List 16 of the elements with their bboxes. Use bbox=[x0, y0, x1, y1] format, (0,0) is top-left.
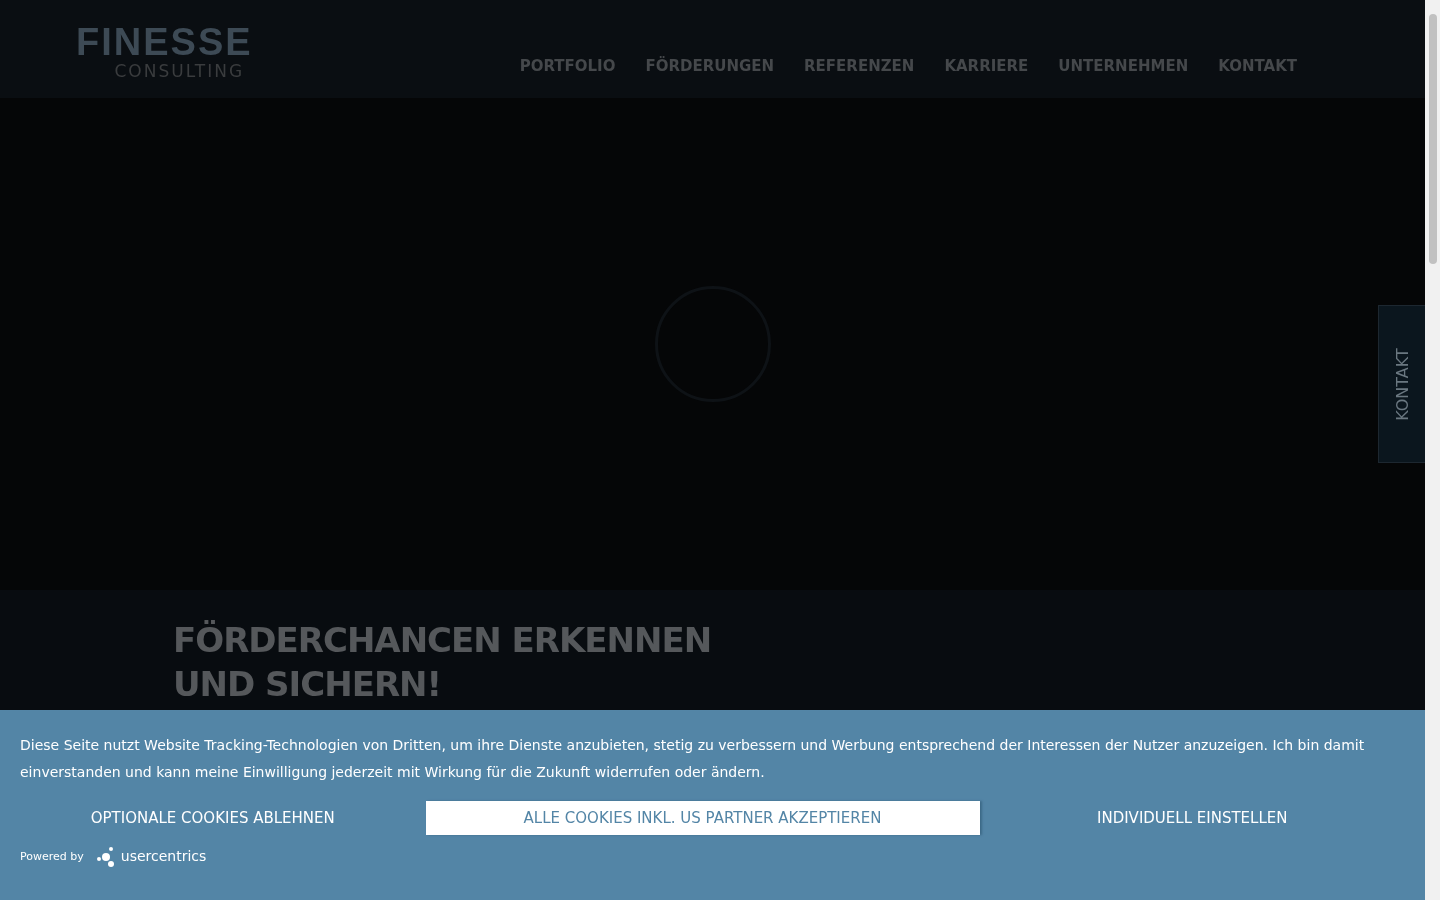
text-button[interactable]: OPTIONALE COOKIES ABLEHNEN bbox=[0, 801, 426, 835]
contact-tab[interactable]: KONTAKT bbox=[1378, 305, 1425, 463]
nav-link[interactable]: FÖRDERUNGEN bbox=[645, 57, 775, 75]
nav-link[interactable]: KARRIERE bbox=[944, 57, 1029, 75]
cookie-notice: Diese Seite nutzt Website Tracking-Technologien von Dritten, um ihre Dienste anzubieten, stetig zu verbessern und Werbung entsprechend der Interessen der Nutzer anzuzeigen. Ich bin damit einverstanden und kann meine Einwilligung jederzeit mit Wirkung für die Zukunft widerrufen oder ändern. bbox=[20, 736, 1366, 782]
nav-link[interactable]: UNTERNEHMEN bbox=[1058, 57, 1189, 75]
text-button[interactable]: INDIVIDUELL EINSTELLEN bbox=[979, 801, 1405, 835]
accept-button[interactable]: ALLE COOKIES INKL. US PARTNER AKZEPTIEREN bbox=[425, 801, 980, 835]
nav-link[interactable]: REFERENZEN bbox=[804, 57, 915, 75]
brand-name[interactable]: usercentrics bbox=[120, 848, 207, 864]
scrollbar-thumb[interactable] bbox=[1428, 14, 1437, 264]
scrollbar[interactable] bbox=[1425, 0, 1440, 900]
nav-link[interactable]: KONTAKT bbox=[1218, 57, 1297, 75]
section-heading: FÖRDERCHANCEN ERKENNEN UND SICHERN! bbox=[173, 619, 713, 706]
nav-link[interactable]: PORTFOLIO bbox=[519, 57, 616, 75]
powered-by-label: Powered by bbox=[20, 849, 84, 863]
